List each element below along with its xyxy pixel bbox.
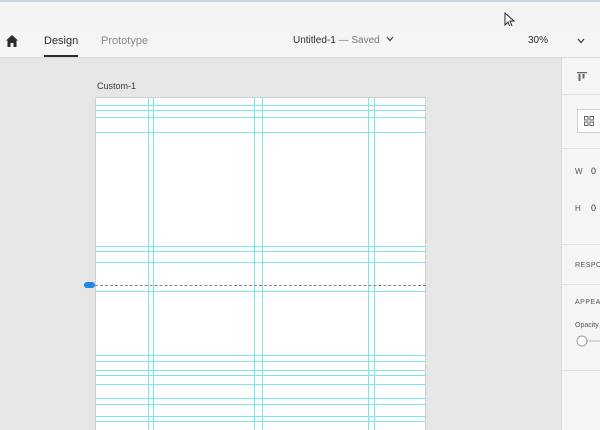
tab-prototype[interactable]: Prototype [101, 34, 148, 48]
layout-grid [96, 98, 425, 430]
responsive-section: RESPO [562, 244, 600, 285]
grid-icon [584, 116, 594, 126]
document-separator: — [338, 35, 349, 46]
document-name: Untitled-1 [293, 35, 336, 46]
artboard[interactable] [95, 97, 426, 430]
size-section: W 0 H 0 [562, 148, 600, 245]
property-inspector: W 0 H 0 RESPO APPEA Opacity [561, 58, 600, 430]
align-icon[interactable] [576, 71, 588, 83]
document-title-menu[interactable]: Untitled-1 — Saved [293, 35, 394, 47]
responsive-heading[interactable]: RESPO [575, 261, 600, 270]
opacity-slider[interactable] [576, 335, 600, 347]
window-title-bar [0, 0, 600, 28]
document-status: Saved [351, 35, 380, 46]
tab-design[interactable]: Design [44, 34, 79, 57]
ruler-guide-line[interactable] [95, 285, 426, 286]
design-canvas[interactable]: Custom-1 [0, 58, 561, 430]
grid-section [562, 94, 600, 149]
align-section [562, 58, 600, 95]
guide-handle[interactable] [84, 282, 95, 288]
width-label: W [575, 167, 583, 176]
height-field[interactable]: 0 [591, 203, 596, 213]
chevron-down-icon[interactable] [577, 38, 585, 44]
opacity-label: Opacity [575, 322, 599, 329]
appearance-section: APPEA Opacity [562, 284, 600, 371]
appearance-heading[interactable]: APPEA [575, 298, 600, 307]
grid-toggle-button[interactable] [577, 109, 600, 133]
height-label: H [575, 204, 581, 213]
artboard-label[interactable]: Custom-1 [97, 81, 136, 92]
width-field[interactable]: 0 [591, 166, 596, 176]
app-toolbar: Design Prototype Untitled-1 — Saved 30% [0, 26, 600, 58]
zoom-level[interactable]: 30% [528, 35, 548, 47]
home-icon[interactable] [5, 34, 19, 48]
chevron-down-icon [386, 36, 394, 42]
